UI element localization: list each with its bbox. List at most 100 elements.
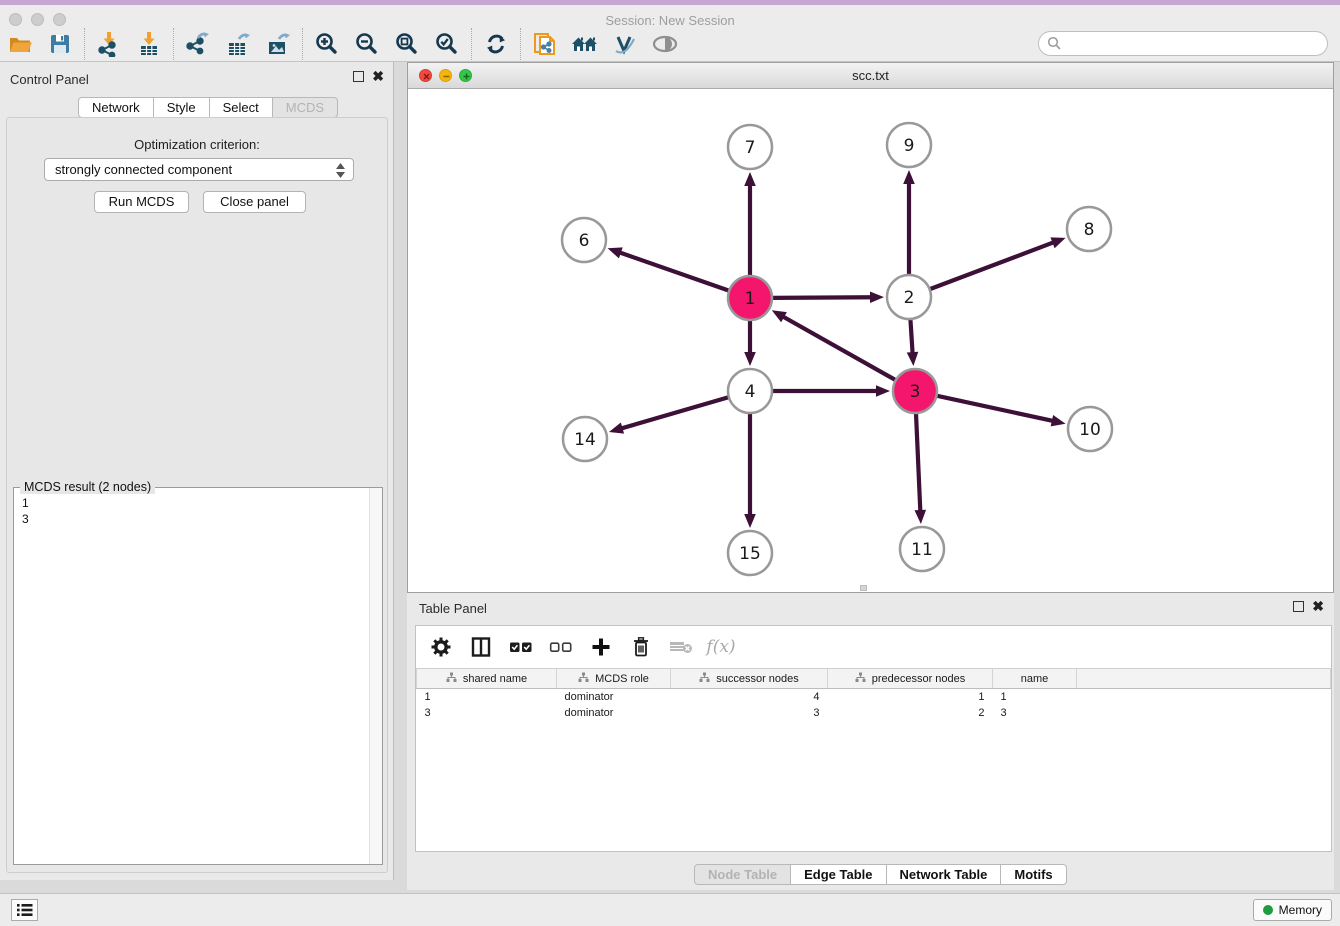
- edge-arrowhead: [903, 170, 915, 184]
- tab-style[interactable]: Style: [153, 97, 210, 118]
- table-tab-edge-table[interactable]: Edge Table: [790, 864, 886, 885]
- search-icon: [1047, 36, 1062, 51]
- edge-1-6[interactable]: [618, 252, 729, 291]
- network-close-button[interactable]: [419, 69, 432, 82]
- delete-column-icon[interactable]: [628, 634, 654, 660]
- cell-filler: [1077, 705, 1331, 721]
- close-table-panel-icon[interactable]: ✖: [1312, 601, 1324, 612]
- node-label-1: 1: [745, 289, 756, 309]
- table-tab-network-table[interactable]: Network Table: [886, 864, 1002, 885]
- cell-name[interactable]: 1: [993, 689, 1077, 705]
- save-session-icon[interactable]: [40, 27, 80, 61]
- run-mcds-button[interactable]: Run MCDS: [94, 191, 189, 213]
- table-tab-motifs[interactable]: Motifs: [1000, 864, 1066, 885]
- network-zoom-button[interactable]: [459, 69, 472, 82]
- import-network-icon[interactable]: [89, 27, 129, 61]
- toolbar-separator: [302, 28, 303, 60]
- unselect-all-columns-icon[interactable]: [548, 634, 574, 660]
- node-label-3: 3: [910, 382, 921, 402]
- export-table-icon[interactable]: [218, 27, 258, 61]
- column-header-MCDS-role[interactable]: MCDS role: [557, 669, 671, 689]
- titlebar: Session: New Session: [0, 5, 1340, 26]
- memory-button[interactable]: Memory: [1253, 899, 1332, 921]
- network-minimize-button[interactable]: [439, 69, 452, 82]
- search-input[interactable]: [1038, 31, 1328, 56]
- tab-mcds[interactable]: MCDS: [272, 97, 338, 118]
- edge-arrowhead: [744, 172, 756, 186]
- new-network-from-selection-icon[interactable]: [525, 27, 565, 61]
- select-all-columns-icon[interactable]: [508, 634, 534, 660]
- cell-name[interactable]: 3: [993, 705, 1077, 721]
- close-panel-icon[interactable]: ✖: [372, 71, 384, 82]
- edge-2-3[interactable]: [910, 319, 912, 355]
- home-networks-icon[interactable]: [565, 27, 605, 61]
- float-panel-icon[interactable]: [353, 71, 364, 82]
- hierarchy-icon: [699, 672, 710, 686]
- import-table-icon[interactable]: [129, 27, 169, 61]
- zoom-in-icon[interactable]: [307, 27, 347, 61]
- graphics-details-icon[interactable]: [605, 27, 645, 61]
- node-label-11: 11: [911, 540, 933, 560]
- column-header-name[interactable]: name: [993, 669, 1077, 689]
- toolbar-separator: [471, 28, 472, 60]
- birdseye-view-icon[interactable]: [645, 27, 685, 61]
- application-window: Session: New Session: [0, 0, 1340, 926]
- refresh-icon[interactable]: [476, 27, 516, 61]
- column-header-predecessor-nodes[interactable]: predecessor nodes: [828, 669, 993, 689]
- hierarchy-icon: [855, 672, 866, 686]
- column-header-shared-name[interactable]: shared name: [417, 669, 557, 689]
- toolbar-separator: [173, 28, 174, 60]
- add-column-icon[interactable]: [588, 634, 614, 660]
- toolbar-separator: [520, 28, 521, 60]
- node-label-8: 8: [1084, 220, 1095, 240]
- edge-3-1[interactable]: [781, 316, 895, 381]
- node-label-6: 6: [579, 231, 590, 251]
- node-table: shared nameMCDS rolesuccessor nodesprede…: [416, 668, 1331, 721]
- result-scrollbar[interactable]: [369, 488, 382, 864]
- edge-arrowhead: [609, 423, 624, 434]
- table-panel-title: Table Panel: [419, 601, 487, 616]
- task-history-button[interactable]: [11, 899, 38, 921]
- tab-select[interactable]: Select: [209, 97, 273, 118]
- edge-arrowhead: [870, 291, 884, 303]
- edge-3-11[interactable]: [916, 413, 920, 513]
- table-tab-node-table[interactable]: Node Table: [694, 864, 791, 885]
- zoom-selected-icon[interactable]: [427, 27, 467, 61]
- export-image-icon[interactable]: [258, 27, 298, 61]
- node-label-15: 15: [739, 544, 761, 564]
- canvas-splitter-handle[interactable]: [860, 585, 867, 591]
- tab-network[interactable]: Network: [78, 97, 154, 118]
- edge-arrowhead: [876, 385, 890, 397]
- cell-MCDS-role[interactable]: dominator: [557, 689, 671, 705]
- edge-1-2[interactable]: [772, 297, 873, 298]
- cell-shared-name[interactable]: 3: [417, 705, 557, 721]
- split-columns-icon[interactable]: [468, 634, 494, 660]
- close-panel-button[interactable]: Close panel: [203, 191, 306, 213]
- cell-predecessor-nodes[interactable]: 2: [828, 705, 993, 721]
- table-row[interactable]: 1dominator411: [417, 689, 1331, 705]
- cell-MCDS-role[interactable]: dominator: [557, 705, 671, 721]
- zoom-out-icon[interactable]: [347, 27, 387, 61]
- edge-3-10[interactable]: [936, 396, 1054, 422]
- table-row[interactable]: 3dominator323: [417, 705, 1331, 721]
- column-header-successor-nodes[interactable]: successor nodes: [671, 669, 828, 689]
- edge-4-14[interactable]: [620, 397, 729, 429]
- float-table-panel-icon[interactable]: [1293, 601, 1304, 612]
- table-header-row: shared nameMCDS rolesuccessor nodesprede…: [417, 669, 1331, 689]
- column-settings-icon[interactable]: [428, 634, 454, 660]
- criterion-select[interactable]: strongly connected component: [44, 158, 354, 181]
- export-network-icon[interactable]: [178, 27, 218, 61]
- network-graph[interactable]: 7968124314101511: [408, 89, 1333, 592]
- edge-arrowhead: [1051, 415, 1066, 426]
- cell-successor-nodes[interactable]: 3: [671, 705, 828, 721]
- cell-successor-nodes[interactable]: 4: [671, 689, 828, 705]
- cell-shared-name[interactable]: 1: [417, 689, 557, 705]
- network-canvas[interactable]: 7968124314101511: [408, 89, 1333, 592]
- main-toolbar: [0, 26, 1340, 62]
- edge-2-8[interactable]: [930, 242, 1056, 290]
- open-file-icon[interactable]: [0, 27, 40, 61]
- zoom-fit-icon[interactable]: [387, 27, 427, 61]
- cell-predecessor-nodes[interactable]: 1: [828, 689, 993, 705]
- node-label-2: 2: [904, 288, 915, 308]
- network-window-title: scc.txt: [408, 63, 1333, 88]
